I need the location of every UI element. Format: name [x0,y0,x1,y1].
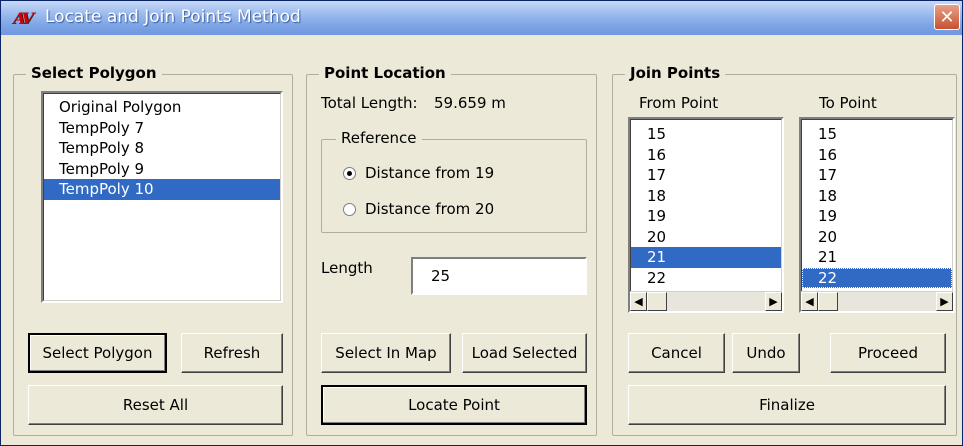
list-item[interactable]: TempPoly 8 [44,138,280,159]
list-item[interactable]: 18 [802,186,952,207]
distance-from-19-radio[interactable] [343,167,356,180]
undo-button[interactable]: Undo [732,333,800,373]
to-point-listbox[interactable]: 15 16 17 18 19 20 21 22 ◀ ▶ [799,117,955,313]
polygon-listbox[interactable]: Original Polygon TempPoly 7 TempPoly 8 T… [41,91,283,303]
list-item[interactable]: 21 [802,247,952,268]
dialog-window: AV Locate and Join Points Method ✕ Selec… [0,0,963,446]
proceed-button[interactable]: Proceed [830,333,946,373]
select-in-map-button-label: Select In Map [335,344,437,362]
list-item-selected[interactable]: 22 [802,267,952,288]
load-selected-button-label: Load Selected [471,344,578,362]
list-item[interactable]: 16 [631,145,781,166]
scroll-left-icon[interactable]: ◀ [630,292,647,311]
point-location-title: Point Location [319,64,451,82]
total-length-label: Total Length: [321,94,418,112]
window-title: Locate and Join Points Method [45,7,301,27]
load-selected-button[interactable]: Load Selected [462,333,587,373]
scroll-thumb[interactable] [818,292,838,311]
app-logo-icon: AV [13,9,34,28]
from-point-listbox[interactable]: 15 16 17 18 19 20 21 22 ◀ ▶ [628,117,784,313]
select-polygon-title: Select Polygon [26,64,162,82]
polygon-list: Original Polygon TempPoly 7 TempPoly 8 T… [43,93,281,301]
list-item[interactable]: 20 [631,227,781,248]
list-item[interactable]: 19 [802,206,952,227]
distance-from-20-radio[interactable] [343,203,356,216]
cancel-button-label: Cancel [651,344,702,362]
close-button[interactable]: ✕ [934,4,960,30]
list-item[interactable]: Original Polygon [44,97,280,118]
locate-point-button-label: Locate Point [408,396,500,414]
reset-all-button[interactable]: Reset All [28,385,283,425]
refresh-button[interactable]: Refresh [181,333,283,373]
list-item[interactable]: 18 [631,186,781,207]
from-point-label: From Point [639,94,719,112]
list-item[interactable]: TempPoly 9 [44,159,280,180]
scroll-thumb[interactable] [647,292,667,311]
reference-group: Reference [321,129,587,233]
proceed-button-label: Proceed [857,344,919,362]
list-item[interactable]: 15 [802,124,952,145]
total-length-value: 59.659 m [434,94,506,112]
cancel-button[interactable]: Cancel [628,333,725,373]
finalize-button[interactable]: Finalize [628,385,946,425]
list-item[interactable]: TempPoly 7 [44,118,280,139]
from-point-scrollbar[interactable]: ◀ ▶ [630,291,782,311]
join-points-title: Join Points [625,64,726,82]
select-polygon-button-label: Select Polygon [42,344,153,362]
to-point-list: 15 16 17 18 19 20 21 22 [801,119,953,292]
to-point-label: To Point [819,94,877,112]
length-input-value: 25 [431,267,451,285]
select-in-map-button[interactable]: Select In Map [321,333,451,373]
list-item[interactable]: 16 [802,145,952,166]
to-point-scrollbar[interactable]: ◀ ▶ [801,291,953,311]
length-input[interactable]: 25 [411,257,587,295]
list-item[interactable]: 19 [631,206,781,227]
list-item-selected[interactable]: 21 [631,247,781,268]
list-item[interactable]: 20 [802,227,952,248]
scroll-left-icon[interactable]: ◀ [801,292,818,311]
scroll-right-icon[interactable]: ▶ [936,292,953,311]
distance-from-20-label[interactable]: Distance from 20 [365,200,494,218]
list-item[interactable]: 15 [631,124,781,145]
reset-all-button-label: Reset All [122,396,189,414]
length-label: Length [321,259,373,277]
refresh-button-label: Refresh [203,344,261,362]
list-item[interactable]: 17 [802,165,952,186]
list-item-selected[interactable]: TempPoly 10 [44,179,280,200]
from-point-list: 15 16 17 18 19 20 21 22 [630,119,782,292]
locate-point-button[interactable]: Locate Point [321,385,587,425]
reference-title: Reference [336,129,422,147]
select-polygon-button[interactable]: Select Polygon [28,333,167,373]
scroll-right-icon[interactable]: ▶ [765,292,782,311]
finalize-button-label: Finalize [759,396,815,414]
list-item[interactable]: 22 [631,268,781,289]
distance-from-19-label[interactable]: Distance from 19 [365,164,494,182]
title-bar[interactable]: AV Locate and Join Points Method ✕ [1,1,962,35]
undo-button-label: Undo [746,344,786,362]
list-item[interactable]: 17 [631,165,781,186]
